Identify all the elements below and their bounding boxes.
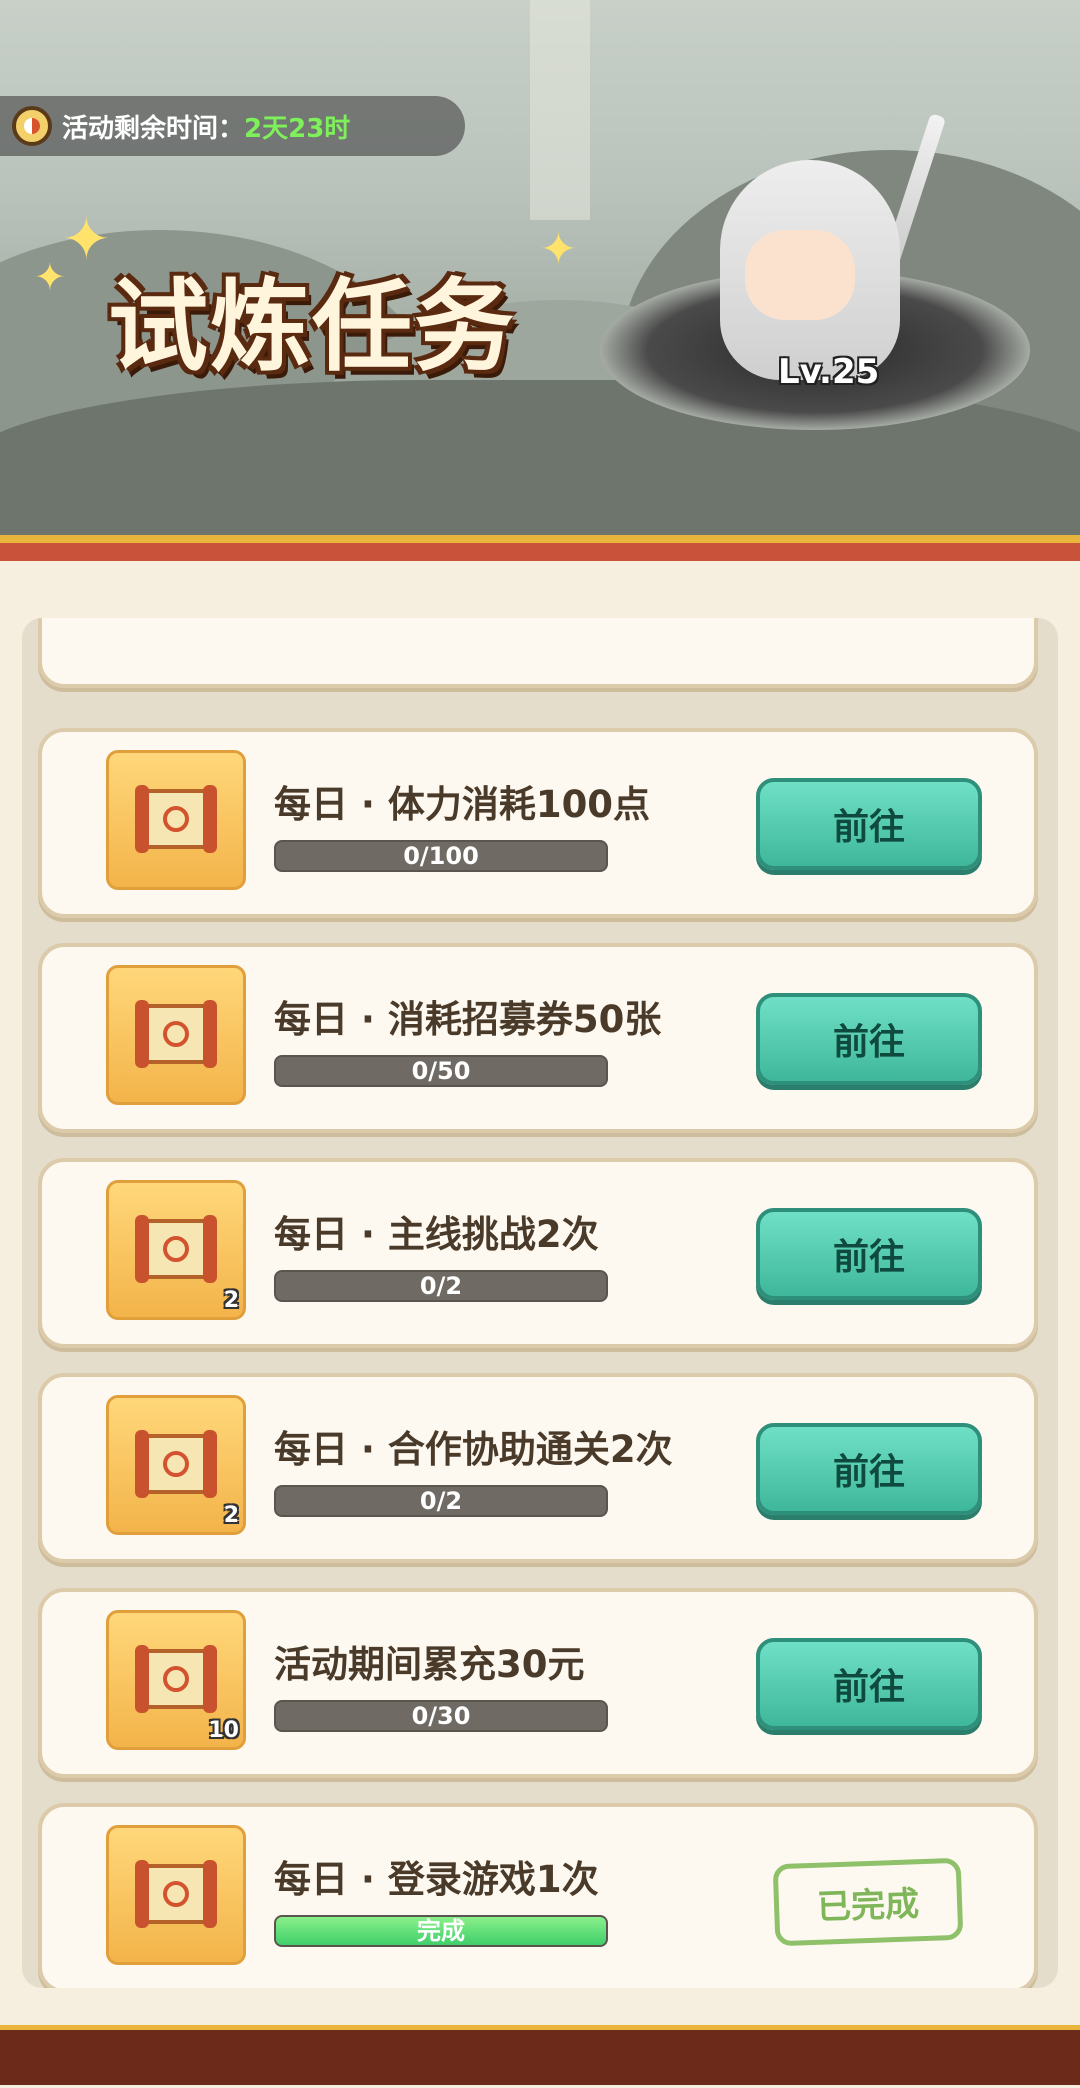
progress-bar: 0/2: [274, 1485, 608, 1517]
task-list[interactable]: 每日 · 体力消耗100点 0/100 前往 每日 · 消耗招募券50张 0/5…: [22, 618, 1058, 1988]
scroll-icon: [135, 1430, 217, 1498]
reward-count: 2: [223, 1503, 239, 1528]
timer-label: 活动剩余时间：: [62, 113, 245, 144]
progress-bar: 0/50: [274, 1055, 608, 1087]
task-card: 每日 · 消耗招募券50张 0/50 前往: [38, 943, 1038, 1133]
task-title: 活动期间累充30元: [274, 1643, 585, 1686]
task-card: 每日 · 体力消耗100点 0/100 前往: [38, 728, 1038, 918]
clock-icon: [12, 106, 52, 146]
reward-count: 2: [223, 1288, 239, 1313]
hero-level: Lv.25: [778, 352, 880, 392]
task-card: 每日 · 登录游戏1次 完成 已完成: [38, 1803, 1038, 1988]
progress-bar: 0/100: [274, 840, 608, 872]
progress-text: 完成: [417, 1917, 465, 1945]
task-title: 每日 · 合作协助通关2次: [274, 1428, 673, 1471]
reward-scroll-icon[interactable]: [106, 750, 246, 890]
task-card: 2 每日 · 主线挑战2次 0/2 前往: [38, 1158, 1038, 1348]
reward-scroll-icon[interactable]: 10: [106, 1610, 246, 1750]
task-panel: 每日 · 体力消耗100点 0/100 前往 每日 · 消耗招募券50张 0/5…: [0, 535, 1080, 2088]
bottom-nav: [0, 2025, 1080, 2085]
page-title: 试炼任务: [108, 268, 516, 385]
go-button[interactable]: 前往: [756, 1208, 982, 1300]
progress-bar: 完成: [274, 1915, 608, 1947]
hero-face: [745, 230, 855, 320]
go-button[interactable]: 前往: [756, 1423, 982, 1515]
sparkle-icon: ✦: [62, 205, 111, 273]
task-card-partial: [38, 618, 1038, 688]
event-banner: 活动剩余时间： 2天23时 ✦ ✦ ✦ 试炼任务 Lv.25: [0, 0, 1080, 540]
progress-text: 0/30: [411, 1702, 471, 1730]
sparkle-icon: ✦: [34, 255, 66, 299]
go-button[interactable]: 前往: [756, 1638, 982, 1730]
reward-scroll-icon[interactable]: 2: [106, 1395, 246, 1535]
progress-text: 0/2: [419, 1272, 463, 1300]
progress-text: 0/100: [403, 842, 479, 870]
progress-bar: 0/2: [274, 1270, 608, 1302]
task-title: 每日 · 体力消耗100点: [274, 783, 651, 826]
pillar-decoration: [530, 0, 590, 220]
sparkle-icon: ✦: [540, 224, 577, 275]
go-button[interactable]: 前往: [756, 778, 982, 870]
scroll-icon: [135, 1860, 217, 1928]
reward-scroll-icon[interactable]: [106, 1825, 246, 1965]
scroll-icon: [135, 1000, 217, 1068]
scroll-icon: [135, 785, 217, 853]
scroll-icon: [135, 1645, 217, 1713]
task-title: 每日 · 主线挑战2次: [274, 1213, 599, 1256]
progress-bar: 0/30: [274, 1700, 608, 1732]
reward-scroll-icon[interactable]: [106, 965, 246, 1105]
task-title: 每日 · 登录游戏1次: [274, 1858, 599, 1901]
timer-value: 2天23时: [244, 113, 351, 144]
scroll-icon: [135, 1215, 217, 1283]
panel-border: [0, 543, 1080, 561]
task-card: 10 活动期间累充30元 0/30 前往: [38, 1588, 1038, 1778]
progress-text: 0/50: [411, 1057, 471, 1085]
event-timer: 活动剩余时间： 2天23时: [0, 96, 465, 156]
progress-text: 0/2: [419, 1487, 463, 1515]
go-button[interactable]: 前往: [756, 993, 982, 1085]
completed-stamp: 已完成: [772, 1857, 964, 1947]
task-title: 每日 · 消耗招募券50张: [274, 998, 662, 1041]
task-card: 2 每日 · 合作协助通关2次 0/2 前往: [38, 1373, 1038, 1563]
reward-count: 10: [208, 1718, 239, 1743]
reward-scroll-icon[interactable]: 2: [106, 1180, 246, 1320]
